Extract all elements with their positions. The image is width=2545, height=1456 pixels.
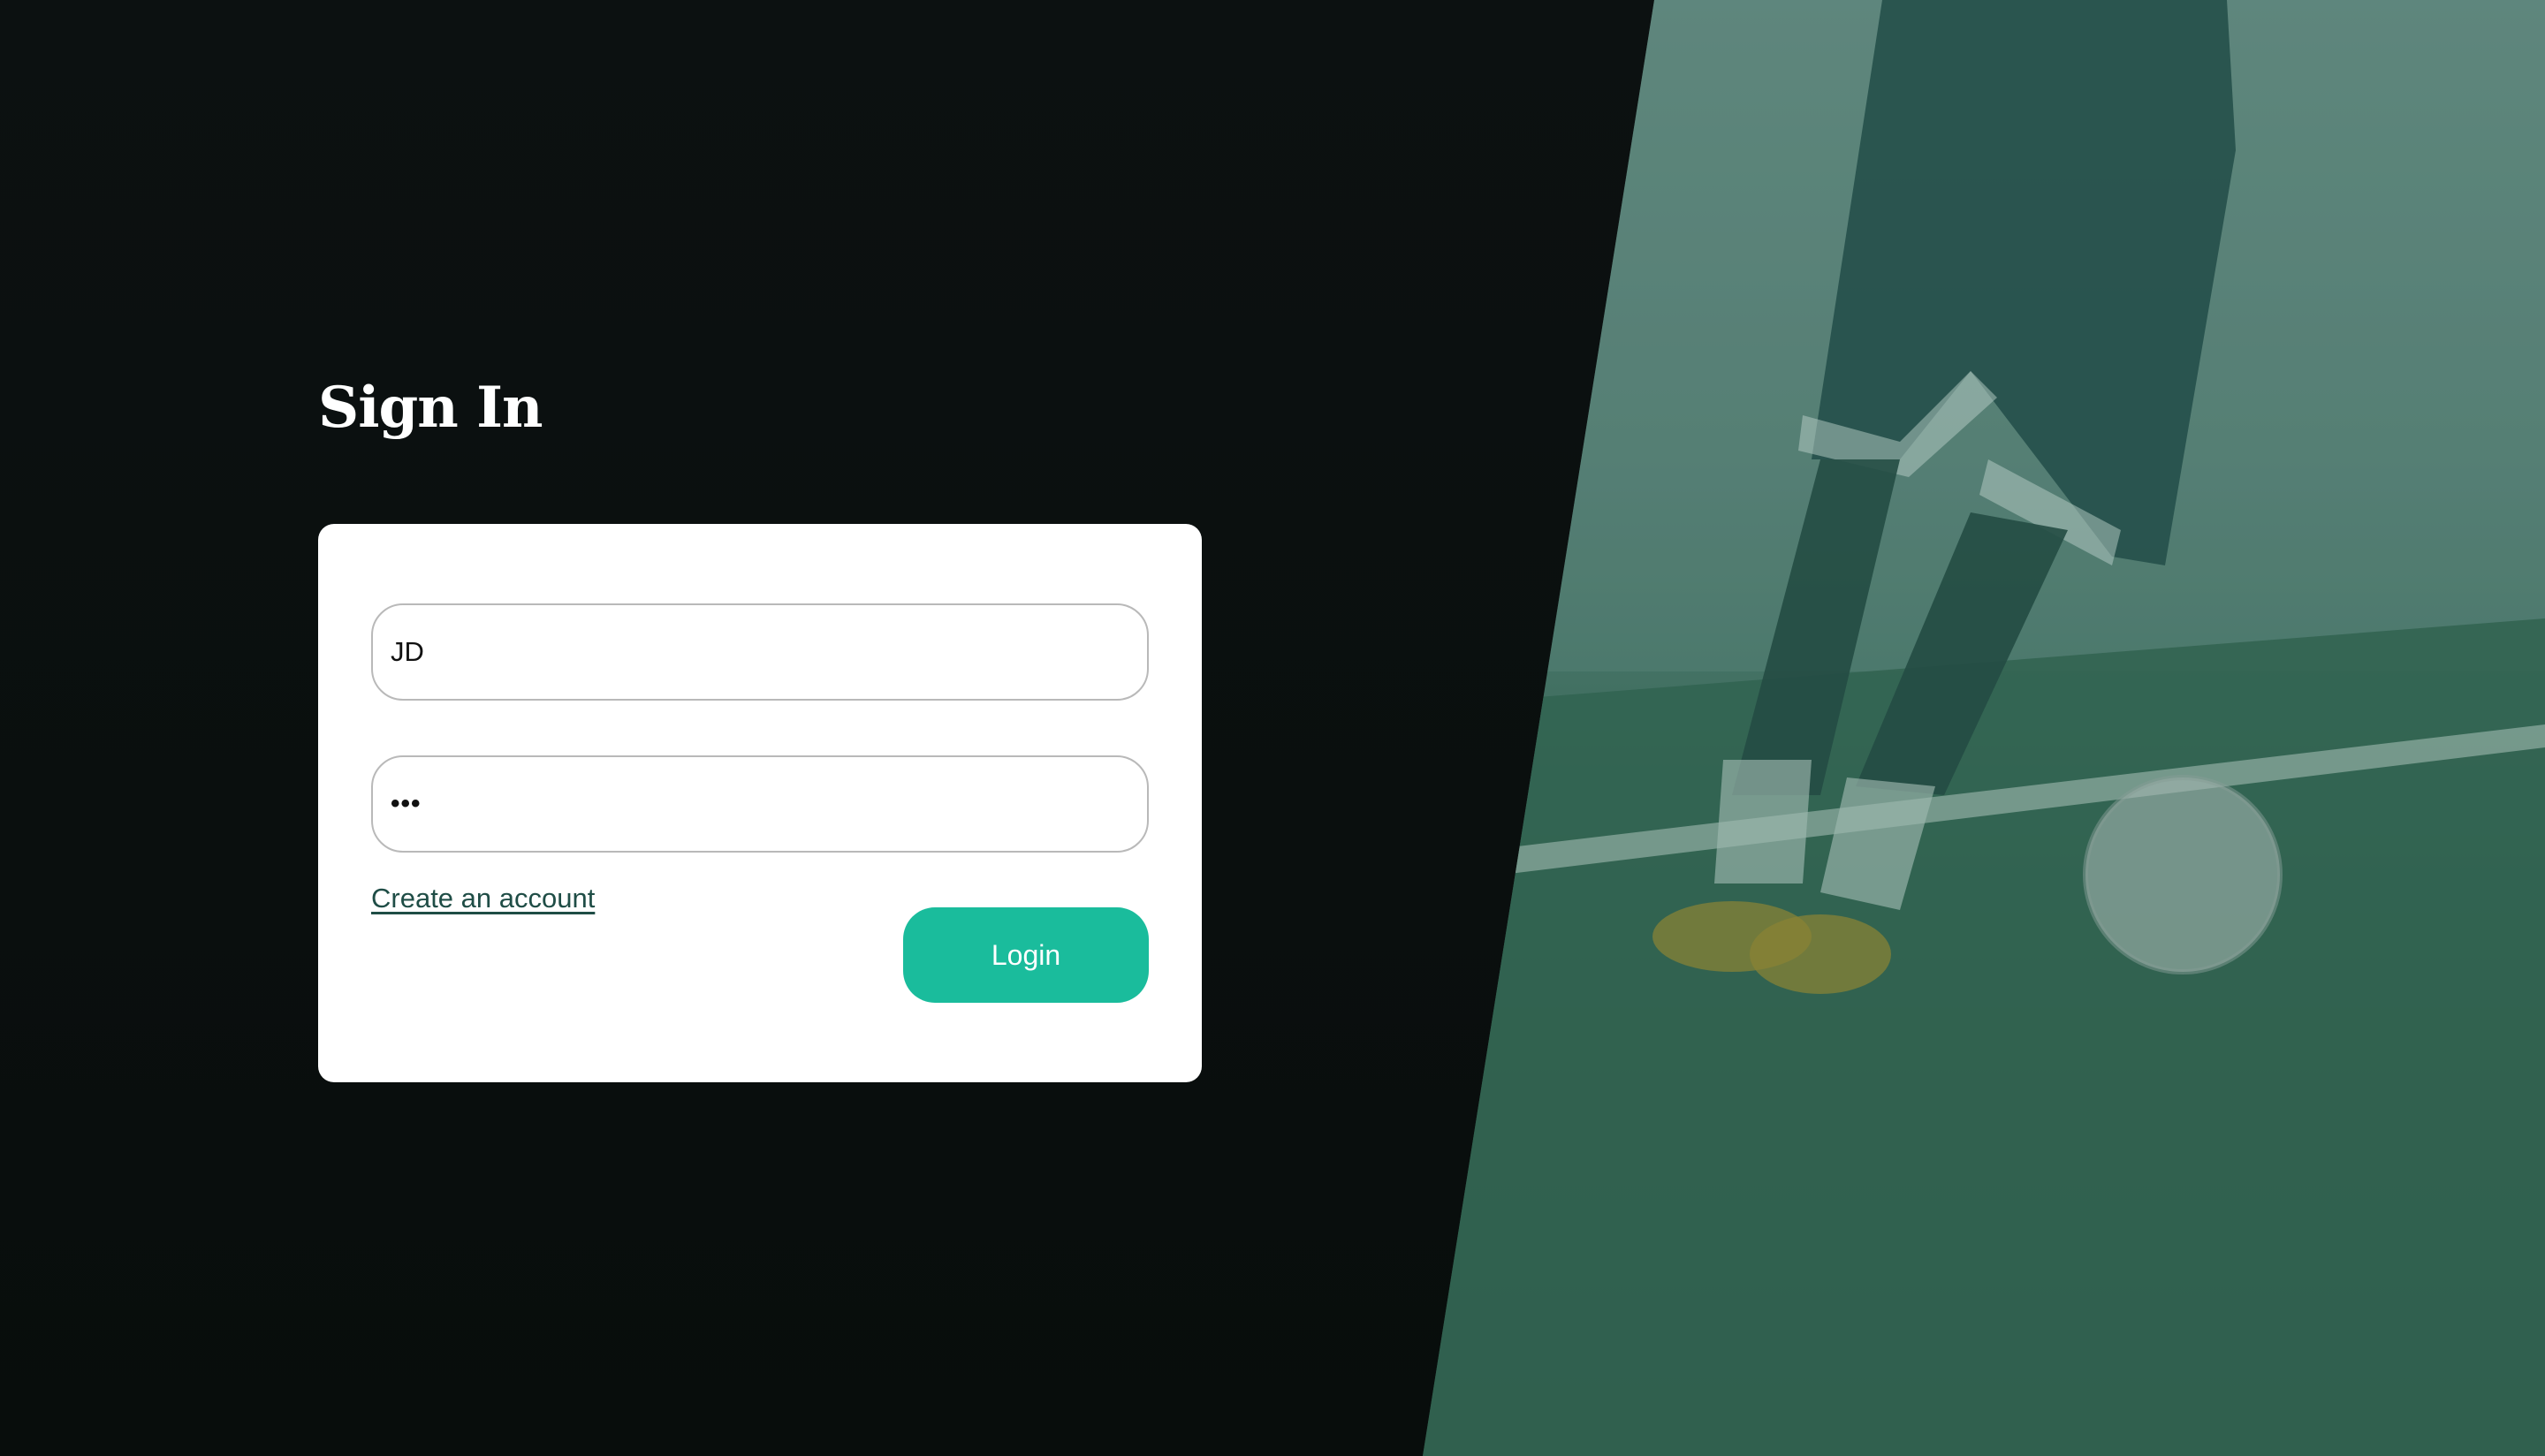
sign-in-page: Sign In JD ••• Create an account Login — [0, 0, 2545, 1456]
password-field[interactable]: ••• — [371, 755, 1149, 853]
username-value: JD — [391, 636, 424, 667]
create-account-link[interactable]: Create an account — [371, 883, 595, 914]
password-masked-value: ••• — [391, 789, 422, 818]
username-field[interactable]: JD — [371, 603, 1149, 701]
login-button[interactable]: Login — [903, 907, 1149, 1003]
page-title: Sign In — [318, 375, 543, 441]
login-card: JD ••• Create an account Login — [318, 524, 1202, 1082]
